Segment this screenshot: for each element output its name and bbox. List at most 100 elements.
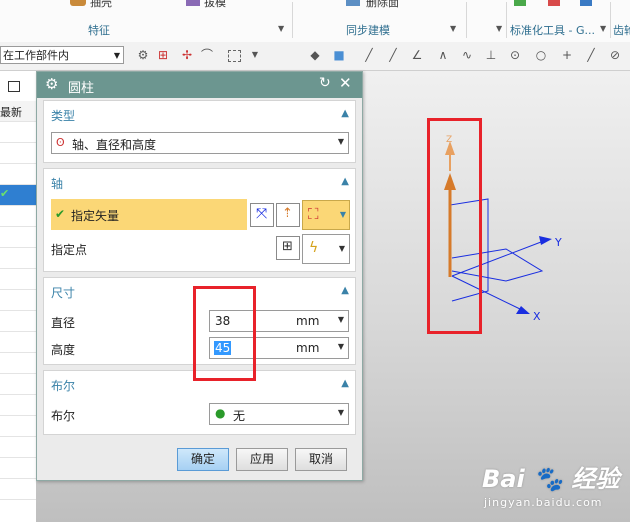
ribbon-shell-label[interactable]: 抽壳 xyxy=(90,0,112,10)
rectangle-select-icon[interactable] xyxy=(228,50,241,62)
line-icon[interactable]: ╱ xyxy=(362,48,376,62)
navigator-header: 最新 xyxy=(0,101,36,122)
y-axis-label: Y xyxy=(555,236,562,249)
list-item[interactable] xyxy=(0,269,36,290)
axis-section-title[interactable]: 轴 xyxy=(51,175,63,192)
collapse-icon[interactable]: ▲ xyxy=(341,285,349,296)
specify-vector-row[interactable]: ✔ 指定矢量 xyxy=(51,199,247,230)
chevron-down-icon[interactable]: ▼ xyxy=(338,315,344,324)
polyline-icon[interactable]: ∠ xyxy=(410,48,424,62)
chevron-down-icon[interactable]: ▼ xyxy=(600,24,606,33)
collapse-icon[interactable]: ▲ xyxy=(341,176,349,187)
collapse-icon[interactable]: ▲ xyxy=(341,108,349,119)
list-item[interactable] xyxy=(0,374,36,395)
navigator-header-label: 最新 xyxy=(0,106,22,119)
x-axis-arrowhead xyxy=(516,306,530,314)
gear-tool-icon[interactable] xyxy=(514,0,526,6)
type-section-title[interactable]: 类型 xyxy=(51,107,75,124)
diameter-unit: mm xyxy=(296,314,320,328)
chevron-down-icon[interactable]: ▼ xyxy=(450,24,456,33)
ok-button[interactable]: 确定 xyxy=(177,448,229,471)
draft-icon[interactable] xyxy=(186,0,200,6)
cube-icon[interactable]: ■ xyxy=(332,48,346,62)
vector-type-dropdown[interactable]: ⛶ ▼ xyxy=(302,200,350,230)
list-item[interactable] xyxy=(0,437,36,458)
toolbar: 在工作部件内 ▼ ⚙ ⊞ ✢ ⌒ ▼ ◆ ■ ╱ ╱ ∠ ∧ ∿ ⊥ ⊙ ○ +… xyxy=(0,42,630,71)
list-item[interactable] xyxy=(0,164,36,185)
list-item[interactable] xyxy=(0,458,36,479)
type-dropdown[interactable]: ʘ 轴、直径和高度 ▼ xyxy=(51,132,349,154)
ribbon-draft-label[interactable]: 拔模 xyxy=(204,0,226,10)
lasso-icon[interactable]: ⌒ xyxy=(200,48,214,62)
crosshair-icon[interactable]: + xyxy=(560,48,574,62)
delete-face-icon[interactable] xyxy=(346,0,360,6)
gear-icon[interactable]: ⚙ xyxy=(45,75,58,93)
chevron-down-icon[interactable]: ▼ xyxy=(496,24,502,33)
x-axis-label: X xyxy=(533,310,541,323)
reverse-direction-icon: ⤧ xyxy=(256,206,268,222)
list-item[interactable] xyxy=(0,206,36,227)
selection-scope-dropdown[interactable]: 在工作部件内 ▼ xyxy=(0,46,124,64)
select-add-icon[interactable]: ⊞ xyxy=(156,48,170,62)
angle-icon[interactable]: ∧ xyxy=(436,48,450,62)
list-item[interactable] xyxy=(0,395,36,416)
chevron-down-icon[interactable]: ▼ xyxy=(338,342,344,351)
reset-icon[interactable]: ↻ xyxy=(319,75,331,91)
list-item[interactable] xyxy=(0,227,36,248)
point-icon[interactable]: ⊘ xyxy=(608,48,622,62)
gear-tool-icon-3[interactable] xyxy=(580,0,592,6)
line-icon-2[interactable]: ╱ xyxy=(386,48,400,62)
point-dialog-button[interactable]: ⊞ xyxy=(276,236,300,260)
vector-dialog-button[interactable]: ⇡ xyxy=(276,203,300,227)
dimensions-section-title[interactable]: 尺寸 xyxy=(51,284,75,301)
ribbon-group-standard-tools: 标准化工具 - G... xyxy=(510,24,595,37)
check-icon: ✔ xyxy=(0,187,10,200)
maximize-icon[interactable] xyxy=(8,81,20,92)
apply-button[interactable]: 应用 xyxy=(236,448,288,471)
list-item[interactable] xyxy=(0,290,36,311)
vector-dialog-icon: ⇡ xyxy=(282,206,293,221)
type-section: 类型 ▲ ʘ 轴、直径和高度 ▼ xyxy=(43,100,356,163)
gear-tool-icon-2[interactable] xyxy=(548,0,560,6)
ribbon-delete-face-label[interactable]: 删除面 xyxy=(366,0,399,10)
list-item[interactable]: ✔ xyxy=(0,185,36,206)
close-icon[interactable]: ✕ xyxy=(339,74,352,92)
tangent-icon[interactable]: ╱ xyxy=(584,48,598,62)
part-navigator-panel: 最新 ✔ xyxy=(0,71,37,522)
y-axis-arrowhead xyxy=(539,236,552,245)
list-item[interactable] xyxy=(0,353,36,374)
perpendicular-icon[interactable]: ⊥ xyxy=(484,48,498,62)
circle-icon[interactable]: ○ xyxy=(534,48,548,62)
chevron-down-icon[interactable]: ▼ xyxy=(278,24,284,33)
solid-filter-icon[interactable]: ◆ xyxy=(308,48,322,62)
dialog-title-bar[interactable]: ⚙ 圆柱 ↻ ✕ xyxy=(37,72,362,98)
chevron-down-icon[interactable]: ▼ xyxy=(248,48,262,62)
point-type-dropdown[interactable]: ϟ ▼ xyxy=(302,234,350,264)
ribbon: 抽壳 拔模 删除面 特征 ▼ 同步建模 ▼ ▼ 标准化工具 - G... ▼ 齿… xyxy=(0,0,630,43)
cancel-button[interactable]: 取消 xyxy=(295,448,347,471)
boolean-section-title[interactable]: 布尔 xyxy=(51,377,75,394)
list-item[interactable] xyxy=(0,332,36,353)
snap-icon[interactable]: ✢ xyxy=(180,48,194,62)
point-dialog-icon: ⊞ xyxy=(282,239,293,254)
list-item[interactable] xyxy=(0,248,36,269)
reverse-direction-button[interactable]: ⤧ xyxy=(250,203,274,227)
ribbon-group-sync-modeling: 同步建模 xyxy=(346,24,390,37)
ribbon-separator xyxy=(506,2,507,38)
list-item[interactable] xyxy=(0,311,36,332)
circle-center-icon[interactable]: ⊙ xyxy=(508,48,522,62)
check-icon: ✔ xyxy=(55,207,66,221)
list-item[interactable] xyxy=(0,479,36,500)
spline-icon[interactable]: ∿ xyxy=(460,48,474,62)
filter-icon[interactable]: ⚙ xyxy=(136,48,150,62)
ribbon-separator xyxy=(466,2,467,38)
list-item[interactable] xyxy=(0,122,36,143)
boolean-dropdown[interactable]: ● 无 ▼ xyxy=(209,403,349,425)
chevron-down-icon: ▼ xyxy=(337,408,344,417)
list-item[interactable] xyxy=(0,143,36,164)
collapse-icon[interactable]: ▲ xyxy=(341,378,349,389)
chevron-down-icon: ▼ xyxy=(338,244,345,253)
list-item[interactable] xyxy=(0,416,36,437)
boolean-label: 布尔 xyxy=(51,409,76,423)
shell-icon[interactable] xyxy=(70,0,86,6)
